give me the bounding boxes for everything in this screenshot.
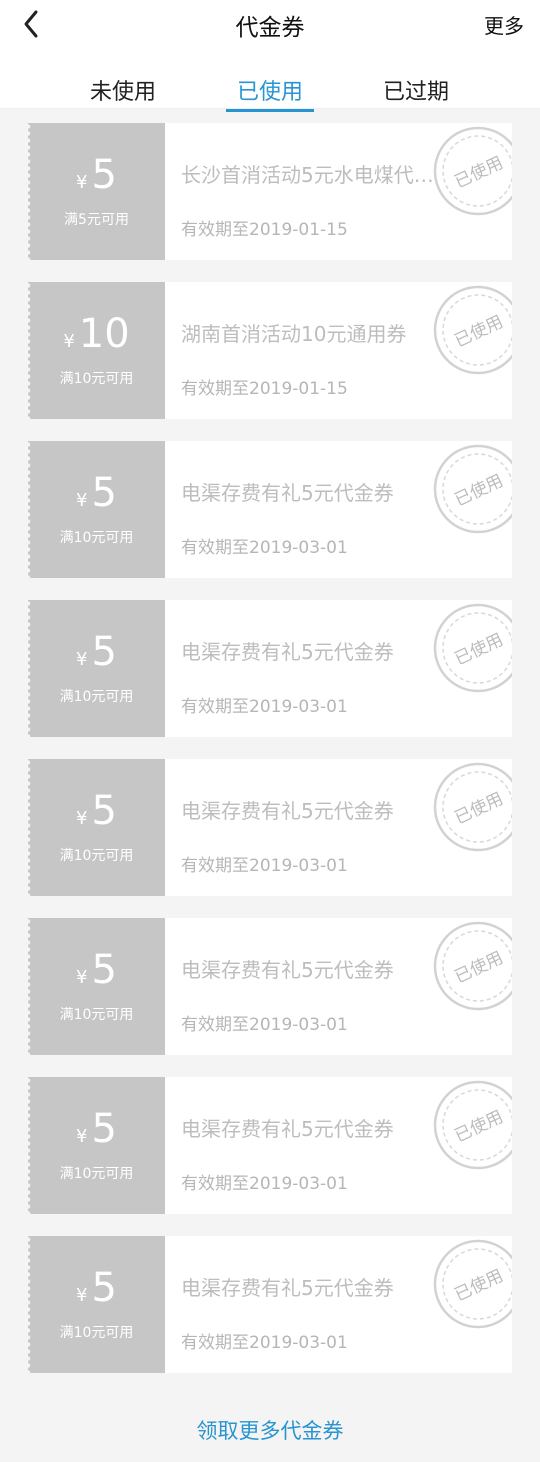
page-title: 代金券 (235, 15, 305, 41)
coupon-amount: 5 (91, 629, 117, 675)
used-stamp: 已使用 (432, 125, 512, 217)
coupon-name: 电渠存费有礼5元代金券 (181, 481, 394, 505)
coupon-name: 电渠存费有礼5元代金券 (181, 640, 394, 664)
coupon-name: 湖南首消活动10元通用券 (181, 322, 407, 346)
used-stamp: 已使用 (432, 761, 512, 853)
currency-symbol: ¥ (76, 967, 88, 988)
coupon-value-panel: ¥5 满10元可用 (28, 759, 165, 896)
used-stamp: 已使用 (432, 443, 512, 535)
coupon-card[interactable]: ¥5 满10元可用 电渠存费有礼5元代金券 有效期至2019-03-01 已使用 (28, 918, 512, 1055)
coupon-value-panel: ¥5 满10元可用 (28, 1236, 165, 1373)
coupon-name: 电渠存费有礼5元代金券 (181, 1276, 394, 1300)
coupon-value-panel: ¥10 满10元可用 (28, 282, 165, 419)
tab-label: 已使用 (236, 80, 303, 105)
used-stamp: 已使用 (432, 920, 512, 1012)
coupon-validity: 有效期至2019-03-01 (181, 1015, 348, 1035)
coupon-card[interactable]: ¥5 满10元可用 电渠存费有礼5元代金券 有效期至2019-03-01 已使用 (28, 759, 512, 896)
tab-label: 已过期 (382, 80, 449, 105)
coupon-card[interactable]: ¥5 满5元可用 长沙首消活动5元水电煤代金券 有效期至2019-01-15 已… (28, 123, 512, 260)
tab-bar: 未使用 已使用 已过期 (0, 72, 540, 112)
used-stamp: 已使用 (432, 1238, 512, 1330)
coupon-validity: 有效期至2019-03-01 (181, 1333, 348, 1353)
coupon-value-panel: ¥5 满10元可用 (28, 600, 165, 737)
coupon-amount: 5 (91, 470, 117, 516)
coupon-amount-line: ¥5 (28, 950, 165, 990)
coupon-amount-line: ¥10 (28, 314, 165, 354)
active-tab-indicator (226, 109, 314, 112)
coupon-min-spend: 满5元可用 (64, 212, 129, 228)
coupon-amount-line: ¥5 (28, 1109, 165, 1149)
coupon-card[interactable]: ¥5 满10元可用 电渠存费有礼5元代金券 有效期至2019-03-01 已使用 (28, 1077, 512, 1214)
coupon-min-spend: 满10元可用 (59, 689, 134, 705)
coupon-validity: 有效期至2019-03-01 (181, 856, 348, 876)
more-button[interactable]: 更多 (484, 10, 524, 39)
coupon-validity: 有效期至2019-03-01 (181, 538, 348, 558)
coupon-min-spend: 满10元可用 (59, 1325, 134, 1341)
coupon-amount: 5 (91, 1265, 117, 1311)
coupon-name: 电渠存费有礼5元代金券 (181, 799, 394, 823)
coupon-min-spend: 满10元可用 (59, 1007, 134, 1023)
coupon-amount: 5 (91, 1106, 117, 1152)
used-stamp: 已使用 (432, 1079, 512, 1171)
coupon-validity: 有效期至2019-01-15 (181, 220, 348, 240)
currency-symbol: ¥ (76, 1126, 88, 1147)
get-more-coupons-link[interactable]: 领取更多代金券 (0, 1415, 540, 1445)
coupon-value-panel: ¥5 满10元可用 (28, 441, 165, 578)
coupon-validity: 有效期至2019-03-01 (181, 697, 348, 717)
coupon-validity: 有效期至2019-03-01 (181, 1174, 348, 1194)
tab-used[interactable]: 已使用 (220, 74, 320, 112)
coupon-card[interactable]: ¥5 满10元可用 电渠存费有礼5元代金券 有效期至2019-03-01 已使用 (28, 600, 512, 737)
coupon-amount-line: ¥5 (28, 1268, 165, 1308)
currency-symbol: ¥ (76, 172, 88, 193)
currency-symbol: ¥ (76, 649, 88, 670)
coupon-card[interactable]: ¥10 满10元可用 湖南首消活动10元通用券 有效期至2019-01-15 已… (28, 282, 512, 419)
coupon-value-panel: ¥5 满10元可用 (28, 1077, 165, 1214)
coupon-card[interactable]: ¥5 满10元可用 电渠存费有礼5元代金券 有效期至2019-03-01 已使用 (28, 441, 512, 578)
coupon-name: 长沙首消活动5元水电煤代金券 (181, 163, 451, 187)
tab-expired[interactable]: 已过期 (366, 74, 466, 106)
coupon-min-spend: 满10元可用 (59, 530, 134, 546)
used-stamp: 已使用 (432, 602, 512, 694)
currency-symbol: ¥ (76, 490, 88, 511)
coupon-card[interactable]: ¥5 满10元可用 电渠存费有礼5元代金券 有效期至2019-03-01 已使用 (28, 1236, 512, 1373)
currency-symbol: ¥ (76, 808, 88, 829)
coupon-amount: 5 (91, 947, 117, 993)
coupon-amount-line: ¥5 (28, 791, 165, 831)
coupon-value-panel: ¥5 满10元可用 (28, 918, 165, 1055)
coupon-name: 电渠存费有礼5元代金券 (181, 958, 394, 982)
coupon-name: 电渠存费有礼5元代金券 (181, 1117, 394, 1141)
currency-symbol: ¥ (76, 1285, 88, 1306)
tab-unused[interactable]: 未使用 (73, 74, 173, 106)
coupon-amount-line: ¥5 (28, 473, 165, 513)
coupon-amount-line: ¥5 (28, 632, 165, 672)
coupon-amount: 5 (91, 788, 117, 834)
currency-symbol: ¥ (63, 331, 75, 352)
tab-label: 未使用 (89, 80, 156, 105)
coupon-min-spend: 满10元可用 (59, 1166, 134, 1182)
coupon-amount: 10 (78, 311, 130, 357)
app-header: 代金券 更多 未使用 已使用 已过期 (0, 0, 540, 112)
used-stamp: 已使用 (432, 284, 512, 376)
coupon-min-spend: 满10元可用 (59, 848, 134, 864)
coupon-amount: 5 (91, 152, 117, 198)
coupon-validity: 有效期至2019-01-15 (181, 379, 348, 399)
coupon-value-panel: ¥5 满5元可用 (28, 123, 165, 260)
coupon-amount-line: ¥5 (28, 155, 165, 195)
coupon-min-spend: 满10元可用 (59, 371, 134, 387)
